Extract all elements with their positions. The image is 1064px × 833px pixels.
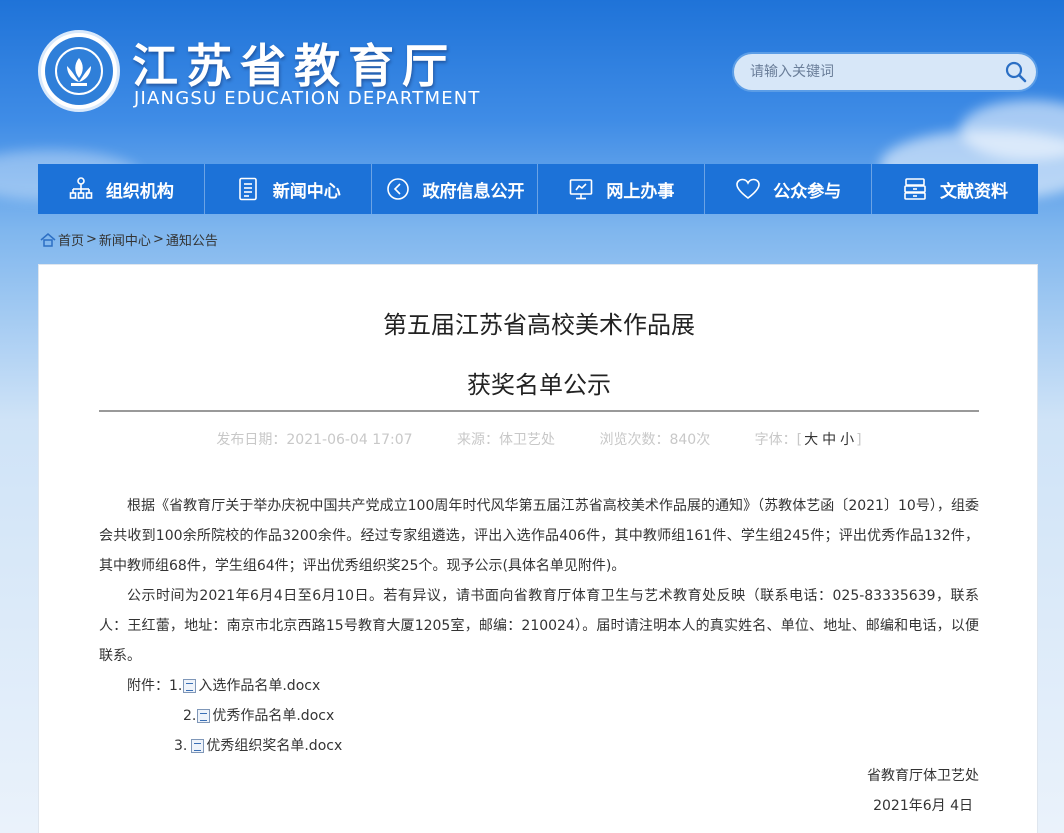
article-subtitle: 获奖名单公示 — [467, 371, 611, 399]
heart-icon — [736, 178, 761, 200]
view-count: 浏览次数：840次 — [599, 432, 711, 448]
nav-item-online-service[interactable]: 网上办事 — [538, 164, 706, 214]
site-header: 江苏省教育厅 JIANGSU EDUCATION DEPARTMENT — [0, 0, 1064, 160]
search-box — [732, 52, 1038, 92]
attachments: 附件： 1. 入选作品名单.docx 2. 优秀作品名单.docx 3. 优秀组… — [99, 671, 979, 761]
nav-label: 新闻中心 — [272, 181, 341, 202]
nav-item-news[interactable]: 新闻中心 — [205, 164, 372, 214]
site-logo[interactable] — [38, 30, 120, 112]
nav-label: 公众参与 — [773, 181, 842, 202]
attachment-label: 附件： — [127, 678, 169, 694]
article-paragraph: 根据《省教育厅关于举办庆祝中国共产党成立100周年时代风华第五届江苏省高校美术作… — [99, 498, 979, 574]
article-panel: 第五届江苏省高校美术作品展 获奖名单公示 发布日期：2021-06-04 17:… — [38, 264, 1038, 833]
breadcrumb-notices[interactable]: 通知公告 — [166, 230, 218, 249]
attachment-item: 3. 优秀组织奖名单.docx — [127, 731, 979, 761]
article-paragraph: 公示时间为2021年6月4日至6月10日。若有异议，请书面向省教育厅体育卫生与艺… — [99, 588, 979, 664]
article-source: 来源：体卫艺处 — [457, 432, 556, 448]
main-nav: 组织机构 新闻中心 政府信息公开 网上办事 公众参与 文献资料 — [38, 164, 1038, 214]
site-title: 江苏省教育厅 — [132, 39, 456, 93]
font-medium-button[interactable]: 中 — [822, 432, 836, 448]
home-icon — [40, 232, 56, 247]
sign-date: 2021年6月 4日 — [873, 798, 973, 814]
document-icon — [238, 177, 257, 201]
search-icon — [1005, 61, 1027, 83]
nav-item-documents[interactable]: 文献资料 — [872, 164, 1038, 214]
nav-item-org[interactable]: 组织机构 — [38, 164, 205, 214]
breadcrumb-separator: > — [86, 232, 97, 247]
article-meta: 发布日期：2021-06-04 17:07 来源：体卫艺处 浏览次数：840次 … — [39, 429, 1039, 449]
archive-icon — [904, 178, 926, 200]
nav-label: 政府信息公开 — [422, 181, 525, 202]
article-body: 根据《省教育厅关于举办庆祝中国共产党成立100周年时代风华第五届江苏省高校美术作… — [99, 491, 979, 821]
breadcrumb-news[interactable]: 新闻中心 — [99, 230, 151, 249]
publish-date: 发布日期：2021-06-04 17:07 — [216, 432, 413, 448]
nav-label: 文献资料 — [940, 181, 1009, 202]
nav-item-info-open[interactable]: 政府信息公开 — [372, 164, 539, 214]
docx-file-icon — [183, 679, 197, 693]
breadcrumb-home[interactable]: 首页 — [58, 230, 84, 249]
breadcrumb: 首页 > 新闻中心 > 通知公告 — [40, 230, 218, 249]
attachment-item: 附件： 1. 入选作品名单.docx — [127, 671, 979, 701]
attachment-item: 2. 优秀作品名单.docx — [127, 701, 979, 731]
font-large-button[interactable]: 大 — [804, 432, 818, 448]
site-subtitle: JIANGSU EDUCATION DEPARTMENT — [134, 88, 481, 109]
article-title: 第五届江苏省高校美术作品展 — [383, 311, 695, 339]
breadcrumb-separator: > — [152, 232, 164, 247]
docx-file-icon — [197, 709, 211, 723]
nav-item-public-participation[interactable]: 公众参与 — [705, 164, 873, 214]
search-input[interactable] — [734, 54, 996, 90]
signer: 省教育厅体卫艺处 — [867, 768, 979, 784]
attachment-link[interactable]: 入选作品名单.docx — [198, 671, 320, 701]
attachment-link[interactable]: 优秀作品名单.docx — [212, 701, 334, 731]
search-button[interactable] — [996, 54, 1036, 90]
nav-label: 组织机构 — [105, 181, 174, 202]
title-divider — [99, 410, 979, 412]
monitor-icon — [570, 179, 593, 200]
docx-file-icon — [191, 739, 205, 753]
nav-label: 网上办事 — [606, 181, 675, 202]
attachment-link[interactable]: 优秀组织奖名单.docx — [206, 731, 342, 761]
org-chart-icon — [69, 177, 93, 199]
info-open-icon — [386, 178, 409, 200]
font-size-switcher: 字体：[大中小] — [754, 432, 862, 448]
font-small-button[interactable]: 小 — [840, 432, 854, 448]
